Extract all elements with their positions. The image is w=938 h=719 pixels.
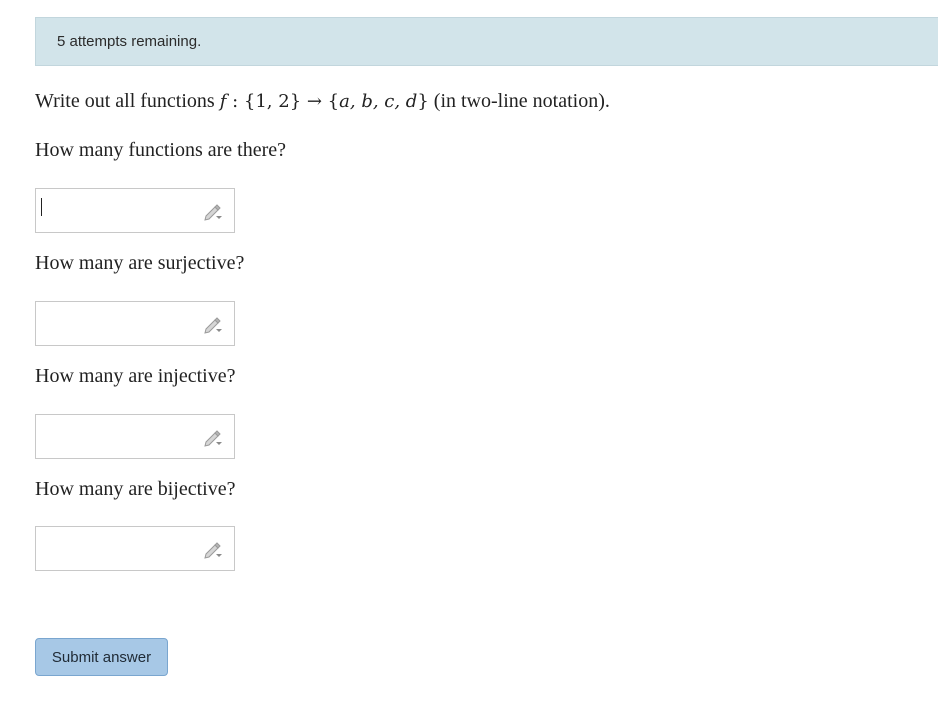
question-label-injective: How many are injective? bbox=[35, 365, 236, 387]
question-prompt: Write out all functions f : {1, 2} → {a,… bbox=[35, 90, 610, 113]
answer-input-bijective[interactable] bbox=[36, 527, 208, 570]
question-label-functions: How many functions are there? bbox=[35, 139, 287, 161]
pencil-dropdown-icon[interactable] bbox=[202, 314, 224, 336]
text-cursor bbox=[41, 198, 42, 216]
math-codomain: a, b, c, d bbox=[339, 91, 418, 112]
answer-input-surjective[interactable] bbox=[36, 302, 208, 345]
prompt-tail: (in two-line notation). bbox=[428, 90, 610, 112]
answer-box-injective[interactable] bbox=[35, 414, 235, 459]
submit-answer-button[interactable]: Submit answer bbox=[35, 638, 168, 676]
answer-box-bijective[interactable] bbox=[35, 526, 235, 571]
pencil-dropdown-icon[interactable] bbox=[202, 201, 224, 223]
question-page: 5 attempts remaining. Write out all func… bbox=[0, 0, 938, 719]
math-mapping: : {1, 2} → { bbox=[226, 91, 340, 112]
question-label-surjective: How many are surjective? bbox=[35, 252, 245, 274]
pencil-dropdown-icon[interactable] bbox=[202, 427, 224, 449]
answer-input-functions[interactable] bbox=[36, 189, 208, 232]
attempts-banner: 5 attempts remaining. bbox=[35, 17, 938, 66]
answer-box-surjective[interactable] bbox=[35, 301, 235, 346]
question-label-bijective: How many are bijective? bbox=[35, 478, 236, 500]
submit-answer-label: Submit answer bbox=[51, 648, 152, 666]
math-expression: f : {1, 2} → {a, b, c, d} bbox=[220, 91, 429, 112]
attempts-text: 5 attempts remaining. bbox=[57, 33, 202, 50]
answer-box-functions[interactable] bbox=[35, 188, 235, 233]
math-close: } bbox=[417, 91, 429, 112]
prompt-lead: Write out all functions bbox=[35, 90, 220, 112]
answer-input-injective[interactable] bbox=[36, 415, 208, 458]
pencil-dropdown-icon[interactable] bbox=[202, 539, 224, 561]
